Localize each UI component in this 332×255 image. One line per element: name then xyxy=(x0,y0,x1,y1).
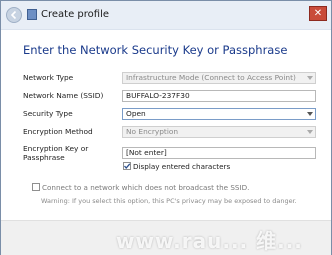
network-type-select[interactable]: Infrastructure Mode (Connect to Access P… xyxy=(122,72,316,84)
network-type-label: Network Type xyxy=(23,73,74,82)
watermark: www.rau... 维... xyxy=(116,229,303,253)
display-characters-label: Display entered characters xyxy=(133,162,231,171)
back-arrow-icon xyxy=(10,10,17,20)
hidden-ssid-label: Connect to a network which does not broa… xyxy=(42,183,250,192)
encryption-method-value: No Encryption xyxy=(126,127,179,136)
encryption-key-input[interactable]: [Not enter] xyxy=(122,147,316,159)
check-icon xyxy=(124,163,131,170)
back-button[interactable] xyxy=(6,7,22,23)
profile-app-icon xyxy=(27,9,37,20)
chevron-down-icon xyxy=(307,112,313,116)
security-type-value: Open xyxy=(126,109,146,118)
chevron-down-icon xyxy=(307,76,313,80)
network-type-value: Infrastructure Mode (Connect to Access P… xyxy=(126,73,296,82)
hidden-ssid-checkbox[interactable] xyxy=(32,183,40,191)
encryption-key-label-line2: Passphrase xyxy=(23,153,65,162)
display-characters-checkbox[interactable] xyxy=(123,162,131,170)
encryption-method-label: Encryption Method xyxy=(23,127,93,136)
network-name-label: Network Name (SSID) xyxy=(23,91,104,100)
chevron-down-icon xyxy=(307,130,313,134)
window-title: Create profile xyxy=(41,9,109,20)
security-type-select[interactable]: Open xyxy=(122,108,316,120)
encryption-method-select[interactable]: No Encryption xyxy=(122,126,316,138)
network-name-input[interactable]: BUFFALO-237F30 xyxy=(122,90,316,102)
title-bar: Create profile ✕ xyxy=(1,1,331,30)
close-button[interactable]: ✕ xyxy=(309,6,327,21)
create-profile-window: Create profile ✕ Enter the Network Secur… xyxy=(0,0,332,255)
security-type-label: Security Type xyxy=(23,109,73,118)
page-heading: Enter the Network Security Key or Passph… xyxy=(23,43,288,57)
encryption-key-label-line1: Encryption Key or xyxy=(23,144,89,153)
privacy-warning: Warning: If you select this option, this… xyxy=(41,197,297,205)
